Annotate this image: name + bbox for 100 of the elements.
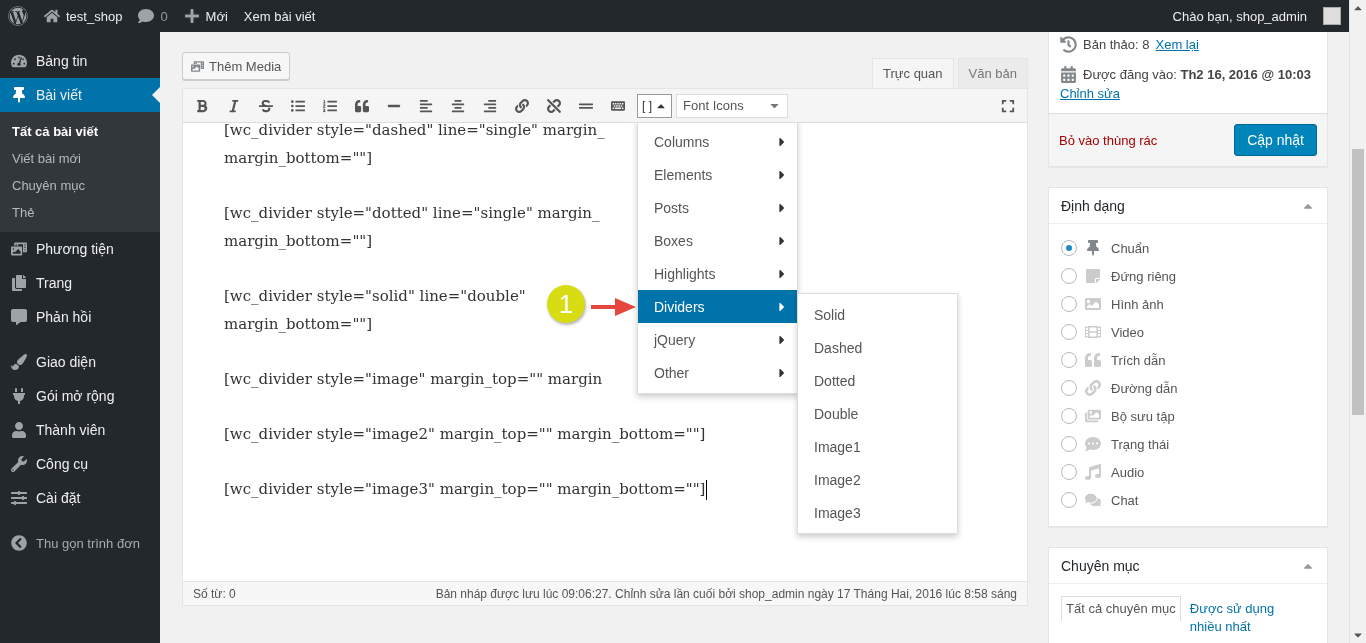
sidebar-item[interactable]: Công cụ [0,447,160,481]
update-button[interactable]: Cập nhật [1234,124,1317,156]
box-title: Định dạng [1061,197,1125,214]
site-name[interactable]: test_shop [66,8,123,24]
radio-button[interactable] [1061,268,1077,284]
submenu-item[interactable]: Double [798,397,957,430]
submenu-item[interactable]: Image1 [798,430,957,463]
fullscreen-icon [1001,98,1015,113]
sidebar-item[interactable]: Thành viên [0,413,160,447]
sidebar-subitem[interactable]: Viết bài mới [0,145,160,172]
sidebar-item[interactable]: Cài đặt [0,481,160,515]
category-tab[interactable]: Tất cả chuyên mục [1061,596,1181,621]
format-option[interactable]: Đường dẫn [1111,380,1178,396]
shortcode-button[interactable]: [ ] [637,93,672,118]
radio-button[interactable] [1061,408,1077,424]
format-option[interactable]: Hình ảnh [1111,296,1164,312]
menu-item[interactable]: Elements [638,158,797,191]
sidebar-item[interactable]: Trang [0,266,160,300]
wrench-icon [10,456,28,472]
submenu-item[interactable]: Image3 [798,496,957,529]
shortcode-text: [wc_divider style="image" margin_top="" margin [224,369,603,390]
view-post-link[interactable]: Xem bài viết [243,8,316,24]
unlink-icon [547,98,561,113]
sidebar-item[interactable]: Bảng tin [0,44,160,78]
scroll-thumb[interactable] [1352,149,1364,415]
menu-item[interactable]: Highlights [638,257,797,290]
format-option[interactable]: Trích dẫn [1111,352,1166,368]
menu-item[interactable]: jQuery [638,323,797,356]
paintbrush-icon [10,354,28,370]
radio-button[interactable] [1061,436,1077,452]
pointer-arrow-icon [589,295,637,319]
comments-link[interactable]: 0 [138,8,168,24]
shortcode-text: [wc_divider style="image3" margin_top="" margin_bottom=""] [224,479,708,502]
menu-item[interactable]: Columns [638,125,797,158]
radio-button[interactable] [1061,240,1077,256]
bold-icon [195,98,209,113]
editor-tab[interactable]: Văn bản [957,58,1028,88]
shortcode-text: [wc_divider style="solid" line="double" [224,286,526,307]
media-icon [10,241,28,257]
word-count: Số từ: 0 [193,586,236,601]
numbered-list-icon [323,98,337,113]
revisions-link[interactable]: Xem lại [1155,36,1199,52]
radio-button[interactable] [1061,296,1077,312]
quote-icon [1085,352,1103,368]
radio-button[interactable] [1061,464,1077,480]
format-option[interactable]: Chat [1111,492,1139,508]
sidebar-item[interactable]: Phương tiện [0,232,160,266]
menu-item[interactable]: Dividers [638,290,797,323]
submenu-item[interactable]: Dotted [798,364,957,397]
sidebar-subitem[interactable]: Chuyên mục [0,172,160,199]
radio-button[interactable] [1061,380,1077,396]
pin-icon [10,87,28,103]
category-tab[interactable]: Được sử dụng nhiều nhất [1184,596,1305,639]
sliders-icon [10,490,28,506]
radio-button[interactable] [1061,492,1077,508]
revisions-label: Bản thảo: 8 [1083,36,1150,52]
trash-link[interactable]: Bỏ vào thùng rác [1059,132,1158,148]
note-icon [1085,268,1103,284]
sidebar-item[interactable]: Bài viết [0,78,160,112]
speech-bubble-icon [10,309,28,325]
new-link[interactable]: Mới [183,8,228,24]
sidebar-item[interactable]: Gói mở rộng [0,379,160,413]
collapse-menu-button[interactable]: Thu gọn trình đơn [0,526,160,560]
format-option[interactable]: Bộ sưu tập [1111,408,1175,424]
video-icon [1085,324,1103,340]
edit-date-link[interactable]: Chỉnh sửa [1049,86,1327,113]
sidebar-subitem[interactable]: Thẻ [0,199,160,226]
editor-tab[interactable]: Trực quan [872,58,954,88]
image-icon [1085,296,1103,312]
chat-bubbles-icon [1085,492,1103,508]
calendar-icon [1060,65,1077,83]
box-title: Chuyên mục [1061,557,1140,574]
add-media-button[interactable]: Thêm Media [182,52,291,80]
autosave-note: Bản nháp được lưu lúc 09:06:27. Chỉnh sửa lần cuối bởi shop_admin ngày 17 Tháng Hai, 2016 lúc 8:58 sáng [435,586,1017,601]
shortcode-text: [wc_divider style="image2" margin_top="" margin_bottom=""] [224,424,706,445]
menu-item[interactable]: Boxes [638,224,797,257]
sidebar-item[interactable]: Phản hồi [0,300,160,334]
home-icon [44,8,60,24]
new-label[interactable]: Mới [205,8,228,24]
submenu-item[interactable]: Dashed [798,331,957,364]
format-option[interactable]: Audio [1111,464,1145,480]
user-icon [10,422,28,438]
submenu-item[interactable]: Solid [798,298,957,331]
radio-button[interactable] [1061,352,1077,368]
shortcode-text: margin_bottom=""] [224,148,373,169]
wordpress-logo-icon[interactable] [8,6,28,26]
submenu-item[interactable]: Image2 [798,463,957,496]
comment-count[interactable]: 0 [160,8,168,24]
sidebar-subitem[interactable]: Tất cả bài viết [0,118,160,145]
font-icons-select[interactable]: Font Icons [676,93,788,118]
menu-item[interactable]: Posts [638,191,797,224]
format-option[interactable]: Chuẩn [1111,240,1150,256]
sidebar-item[interactable]: Giao diện [0,345,160,379]
greeting[interactable]: Chào bạn, shop_admin [1172,8,1307,24]
format-option[interactable]: Trạng thái [1111,436,1170,452]
menu-item[interactable]: Other [638,356,797,389]
radio-button[interactable] [1061,324,1077,340]
format-option[interactable]: Đứng riêng [1111,268,1177,284]
site-link[interactable]: test_shop [44,8,123,24]
format-option[interactable]: Video [1111,324,1144,340]
